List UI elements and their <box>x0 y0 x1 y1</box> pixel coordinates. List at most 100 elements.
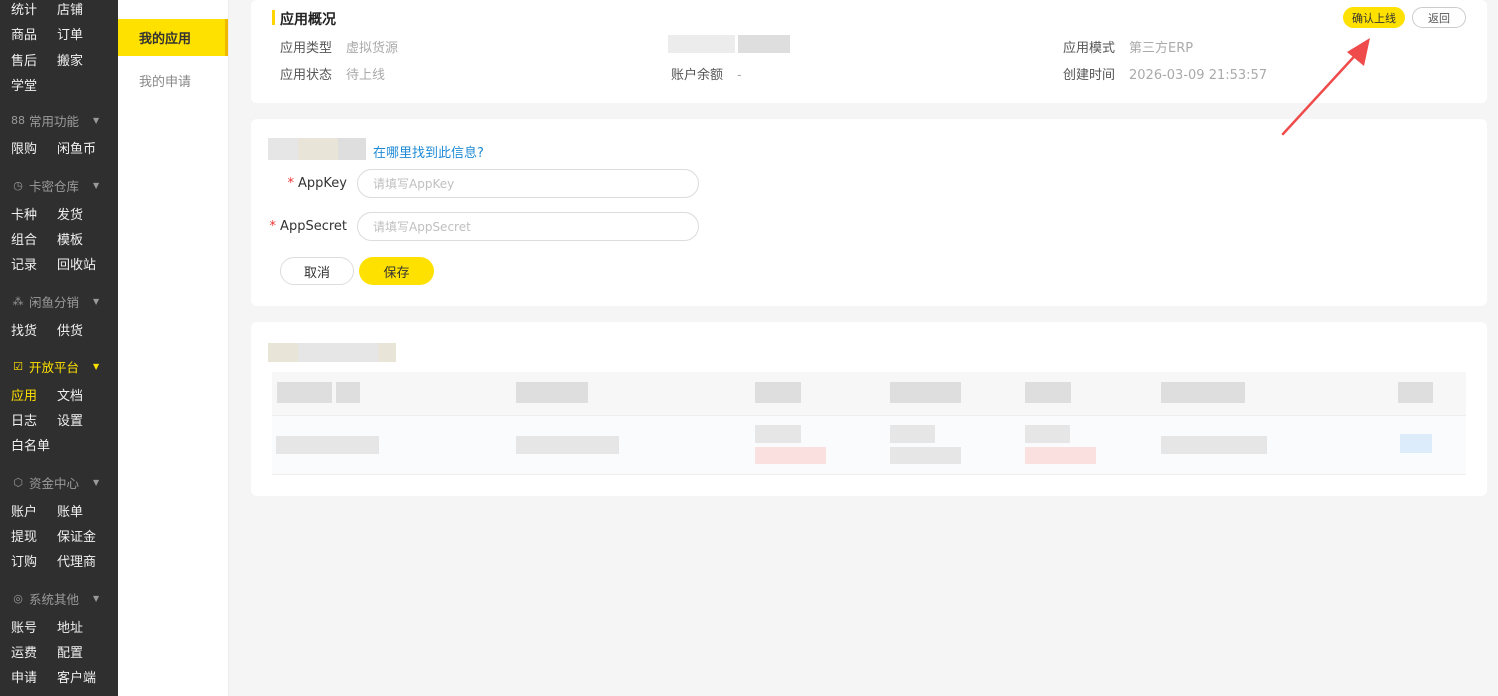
sidebar-item-x5b665802[interactable]: 学堂 <box>11 75 57 94</box>
redacted-heading-1 <box>268 343 298 362</box>
sidebar-item-x8d266237[interactable]: 账户 <box>11 501 57 520</box>
redacted-table-card <box>251 322 1487 496</box>
redacted-cell <box>890 447 961 464</box>
sidebar-group-header[interactable]: ⁂ 闲鱼分销 ▼ <box>0 286 118 316</box>
appsecret-label: * AppSecret <box>257 219 347 234</box>
sidebar-item-x75338bf7[interactable]: 申请 <box>11 667 57 686</box>
sidebar-item-x6a21677f[interactable]: 模板 <box>57 229 103 248</box>
help-link[interactable]: 在哪里找到此信息? <box>373 142 484 161</box>
chevron-down-icon: ▼ <box>93 180 100 190</box>
sidebar-item-x8d265355[interactable]: 账单 <box>57 501 103 520</box>
title-accent-bar <box>272 10 275 25</box>
redacted-heading-3 <box>378 343 396 362</box>
sidebar-item-x4fdd8bc191d1[interactable]: 保证金 <box>57 526 103 545</box>
appkey-input[interactable] <box>357 169 699 198</box>
sidebar-item-x642c5bb6[interactable]: 搬家 <box>57 50 103 69</box>
balance-value: - <box>737 68 742 83</box>
sidebar-row: 学堂 <box>0 72 118 97</box>
sidebar-item-x5e947528[interactable]: 应用 <box>11 385 57 404</box>
confirm-online-button[interactable]: 确认上线 <box>1343 7 1405 28</box>
sidebar-item-x95f29c7c5e01[interactable]: 闲鱼币 <box>57 138 103 157</box>
redacted-col-header <box>516 382 588 403</box>
sidebar-item-x62a58868[interactable]: 报表 <box>11 692 57 696</box>
sidebar-item-x65e55fd7[interactable]: 日志 <box>11 410 57 429</box>
sidebar-item-x767d540d5355[interactable]: 白名单 <box>11 435 57 454</box>
sidebar-item-x53d18d27[interactable]: 发货 <box>57 204 103 223</box>
sidebar-item-x7edf8ba1[interactable]: 统计 <box>11 0 57 18</box>
balance-label: 账户余额 <box>671 68 724 83</box>
sidebar-item-x5ba262377aef[interactable]: 客户端 <box>57 667 103 686</box>
app-type-field: 应用类型 虚拟货源 <box>280 37 398 56</box>
sidebar-item-x8bb05f55[interactable]: 记录 <box>11 254 57 273</box>
sidebar-item-x8ba28d2d[interactable]: 订购 <box>11 551 57 570</box>
sidebar-item-x65876863[interactable]: 文档 <box>57 385 103 404</box>
chevron-down-icon: ▼ <box>93 362 100 372</box>
sidebar-group-header[interactable]: ⬡ 资金中心 ▼ <box>0 468 118 498</box>
app-status-label: 应用状态 <box>280 68 333 83</box>
sidebar-item-x7ec45408[interactable]: 组合 <box>11 229 57 248</box>
sidebar-group-header[interactable]: ◷ 卡密仓库 ▼ <box>0 170 118 200</box>
sidebar-item-x96508d2d[interactable]: 限购 <box>11 138 57 157</box>
app-status-value: 待上线 <box>346 68 386 83</box>
sidebar-item-x56de65367ad9[interactable]: 回收站 <box>57 254 103 273</box>
sidebar-item-x552e540e[interactable]: 售后 <box>11 50 57 69</box>
required-mark: * <box>269 219 277 234</box>
appsecret-input[interactable] <box>357 212 699 241</box>
sidebar-row: 限购 闲鱼币 <box>0 135 118 160</box>
sidebar-item-x8fd08d39[interactable]: 运费 <box>11 642 57 661</box>
back-button[interactable]: 返回 <box>1412 7 1466 28</box>
redacted-col-header <box>755 382 801 403</box>
sidebar-item-x5e9794fa[interactable]: 店铺 <box>57 0 103 18</box>
redacted-col-header <box>336 382 360 403</box>
sidebar-group-header[interactable]: 88 常用功能 ▼ <box>0 105 118 135</box>
sidebar-item-x57305740[interactable]: 地址 <box>57 617 103 636</box>
app-mode-value: 第三方ERP <box>1129 41 1194 56</box>
table-row <box>272 415 1466 475</box>
redacted-cell <box>890 425 935 443</box>
sidebar-item-x8d2653f7[interactable]: 账号 <box>11 617 57 636</box>
sidebar-row: 账户 账单 <box>0 498 118 523</box>
required-mark: * <box>287 176 295 191</box>
chevron-down-icon: ▼ <box>93 478 100 488</box>
sidebar-row: 组合 模板 <box>0 226 118 251</box>
redacted-col-header <box>1161 382 1245 403</box>
redacted-cell <box>1025 425 1070 443</box>
subnav-item-my-apps[interactable]: 我的应用 <box>118 19 228 56</box>
sidebar-item-x914d7f6e[interactable]: 配置 <box>57 642 103 661</box>
redacted-col-header <box>277 382 332 403</box>
sidebar-item-x8bbe7f6e[interactable]: 设置 <box>57 410 103 429</box>
redacted-action-link[interactable] <box>1400 434 1432 453</box>
sidebar-item-x554654c1[interactable]: 商品 <box>11 24 57 43</box>
sidebar-row: 提现 保证金 <box>0 523 118 548</box>
sidebar-item-x4ee374065546[interactable]: 代理商 <box>57 551 103 570</box>
table-header <box>272 372 1466 415</box>
redacted-heading-3 <box>338 138 366 160</box>
sidebar-row: 记录 回收站 <box>0 251 118 276</box>
sidebar-row: 统计 店铺 <box>0 0 118 21</box>
group-label: 闲鱼分销 <box>29 294 80 310</box>
sidebar-group-header[interactable]: ◎ 系统其他 ▼ <box>0 583 118 613</box>
group-icon: ◷ <box>13 178 23 192</box>
sidebar-item-x536179cd[interactable]: 卡种 <box>11 204 57 223</box>
sidebar-group-header[interactable]: ☑ 开放平台 ▼ <box>0 352 118 382</box>
group-icon: 88 <box>11 113 25 127</box>
group-label: 资金中心 <box>29 476 80 492</box>
subnav-item-my-applications[interactable]: 我的申请 <box>118 62 228 99</box>
sidebar-row: 卡种 发货 <box>0 200 118 225</box>
redacted-cell <box>516 436 619 454</box>
sidebar-item-x8ba25355[interactable]: 订单 <box>57 24 103 43</box>
cancel-button[interactable]: 取消 <box>280 257 354 285</box>
sidebar-item-x627e8d27[interactable]: 找货 <box>11 320 57 339</box>
redacted-cell-badge <box>1025 447 1096 464</box>
credential-form-card: 在哪里找到此信息? *AppKey *AppSecret 取消 保存 <box>251 119 1487 306</box>
redacted-heading-1 <box>268 138 298 160</box>
overview-title: 应用概况 <box>280 12 336 28</box>
balance-field: 账户余额 - <box>671 64 742 83</box>
chevron-down-icon: ▼ <box>93 296 100 306</box>
app-type-label: 应用类型 <box>280 41 333 56</box>
sidebar-item-x63d073b0[interactable]: 提现 <box>11 526 57 545</box>
sidebar-item-x4f9b8d27[interactable]: 供货 <box>57 320 103 339</box>
redacted-heading-2 <box>298 138 338 160</box>
group-icon: ◎ <box>13 591 23 605</box>
save-button[interactable]: 保存 <box>359 257 434 285</box>
